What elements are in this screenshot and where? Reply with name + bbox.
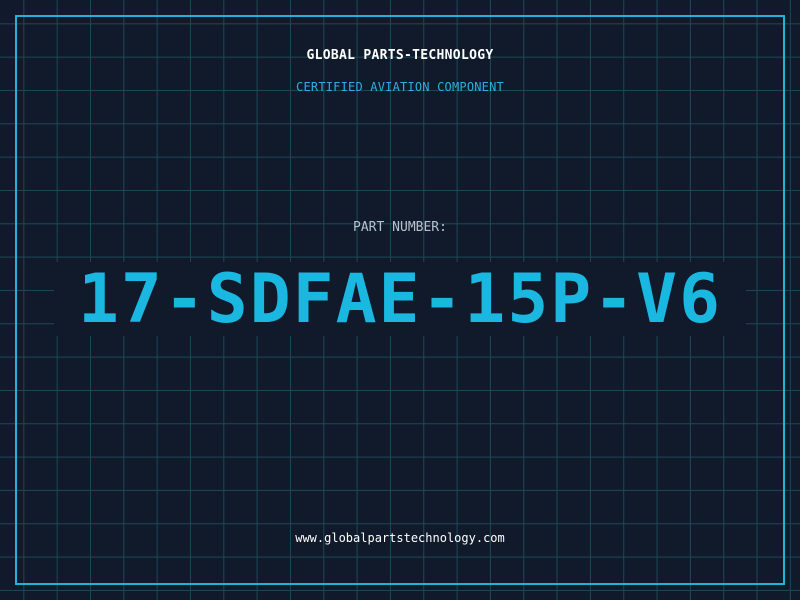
website-url: www.globalpartstechnology.com bbox=[295, 531, 505, 545]
certification-subtitle: CERTIFIED AVIATION COMPONENT bbox=[296, 80, 504, 94]
part-number-value: 17-SDFAE-15P-V6 bbox=[77, 260, 723, 339]
part-number-caption: PART NUMBER: bbox=[353, 220, 447, 235]
company-name: GLOBAL PARTS-TECHNOLOGY bbox=[306, 48, 494, 63]
part-label-card: GLOBAL PARTS-TECHNOLOGY CERTIFIED AVIATI… bbox=[0, 0, 800, 600]
